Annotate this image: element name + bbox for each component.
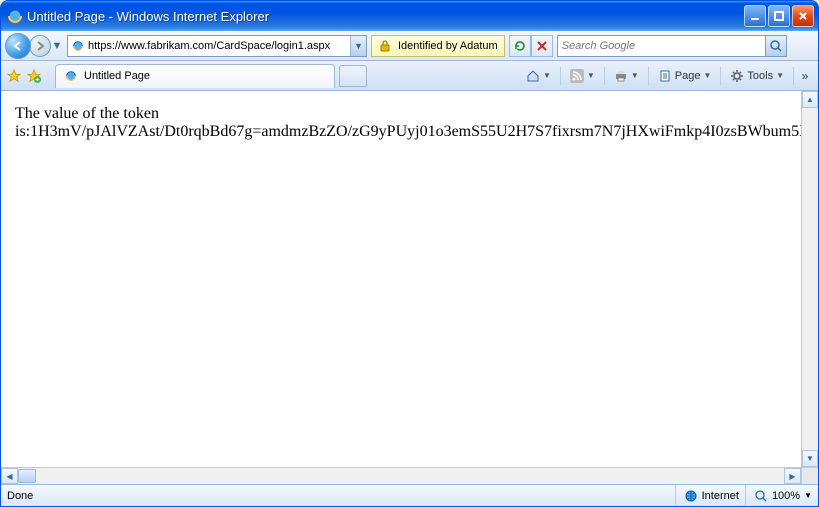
zone-label: Internet xyxy=(702,490,739,502)
separator xyxy=(720,67,721,85)
lock-icon xyxy=(378,39,392,53)
scroll-down-arrow-icon[interactable]: ▼ xyxy=(802,450,818,467)
tab-active[interactable]: Untitled Page xyxy=(55,64,335,88)
home-button[interactable]: ▼ xyxy=(521,65,556,87)
horizontal-scrollbar[interactable]: ◀ ▶ xyxy=(1,467,801,484)
zoom-level: 100% xyxy=(772,490,800,502)
page-body: The value of the token is:1H3mV/pJAlVZAs… xyxy=(1,91,818,484)
zoom-control[interactable]: 100% ▼ xyxy=(745,485,812,506)
window-buttons xyxy=(744,5,814,27)
zoom-icon xyxy=(754,489,768,503)
feeds-button[interactable]: ▼ xyxy=(565,65,600,87)
page-icon xyxy=(658,69,672,83)
scroll-track[interactable] xyxy=(18,468,784,484)
internet-zone-icon xyxy=(684,489,698,503)
separator xyxy=(560,67,561,85)
address-dropdown[interactable]: ▼ xyxy=(350,36,366,56)
tab-toolbar: Untitled Page ▼ ▼ ▼ Page▼ Tools▼ xyxy=(1,61,818,91)
address-url: https://www.fabrikam.com/CardSpace/login… xyxy=(88,40,350,52)
browser-window: Untitled Page - Windows Internet Explore… xyxy=(0,0,819,507)
command-bar: ▼ ▼ ▼ Page▼ Tools▼ » xyxy=(521,65,812,87)
refresh-icon xyxy=(513,39,527,53)
zoom-dropdown[interactable]: ▼ xyxy=(804,491,812,500)
nav-buttons: ▼ xyxy=(5,33,63,59)
scroll-left-arrow-icon[interactable]: ◀ xyxy=(1,468,18,484)
favorites-buttons xyxy=(7,69,41,83)
add-favorites-icon[interactable] xyxy=(27,69,41,83)
stop-icon xyxy=(535,39,549,53)
separator xyxy=(793,67,794,85)
maximize-button[interactable] xyxy=(768,5,790,27)
status-text: Done xyxy=(7,490,33,502)
separator xyxy=(604,67,605,85)
status-bar: Done Internet 100% ▼ xyxy=(1,484,818,506)
nav-toolbar: ▼ https://www.fabrikam.com/CardSpace/log… xyxy=(1,31,818,61)
minimize-button[interactable] xyxy=(744,5,766,27)
rss-icon xyxy=(570,69,584,83)
page-menu-button[interactable]: Page▼ xyxy=(653,65,717,87)
content-area: The value of the token is:1H3mV/pJAlVZAs… xyxy=(1,91,818,484)
scroll-corner xyxy=(801,467,818,484)
identity-box[interactable]: Identified by Adatum xyxy=(371,35,505,57)
token-line-2: is:1H3mV/pJAlVZAst/Dt0rqbBd67g=amdmzBzZO… xyxy=(15,123,818,141)
home-icon xyxy=(526,69,540,83)
page-icon xyxy=(71,39,85,53)
window-title: Untitled Page - Windows Internet Explore… xyxy=(27,9,744,24)
close-button[interactable] xyxy=(792,5,814,27)
printer-icon xyxy=(614,69,628,83)
search-box xyxy=(557,35,787,57)
favorites-star-icon[interactable] xyxy=(7,69,21,83)
scroll-right-arrow-icon[interactable]: ▶ xyxy=(784,468,801,484)
back-button[interactable] xyxy=(5,33,31,59)
titlebar: Untitled Page - Windows Internet Explore… xyxy=(1,1,818,31)
refresh-button[interactable] xyxy=(509,35,531,57)
ie-logo-icon xyxy=(7,8,23,24)
vertical-scrollbar[interactable]: ▲ ▼ xyxy=(801,91,818,467)
new-tab-button[interactable] xyxy=(339,65,367,87)
tab-title: Untitled Page xyxy=(84,70,150,82)
tools-menu-label: Tools xyxy=(747,70,773,82)
scroll-track[interactable] xyxy=(802,108,818,450)
address-bar[interactable]: https://www.fabrikam.com/CardSpace/login… xyxy=(67,35,367,57)
search-input[interactable] xyxy=(557,35,765,57)
page-menu-label: Page xyxy=(675,70,701,82)
scroll-up-arrow-icon[interactable]: ▲ xyxy=(802,91,818,108)
identity-label: Identified by Adatum xyxy=(398,40,498,52)
print-button[interactable]: ▼ xyxy=(609,65,644,87)
forward-button[interactable] xyxy=(29,35,51,57)
stop-button[interactable] xyxy=(531,35,553,57)
magnifier-icon xyxy=(769,39,783,53)
tab-favicon-icon xyxy=(64,69,78,83)
gear-icon xyxy=(730,69,744,83)
scroll-thumb[interactable] xyxy=(18,469,36,483)
arrow-left-icon xyxy=(11,39,25,53)
separator xyxy=(648,67,649,85)
refresh-stop-group xyxy=(509,35,553,57)
arrow-right-icon xyxy=(34,40,46,52)
security-zone[interactable]: Internet xyxy=(675,485,739,506)
search-go-button[interactable] xyxy=(765,35,787,57)
token-line-1: The value of the token xyxy=(15,105,818,123)
tools-menu-button[interactable]: Tools▼ xyxy=(725,65,789,87)
toolbar-overflow-button[interactable]: » xyxy=(798,69,812,83)
nav-history-dropdown[interactable]: ▼ xyxy=(51,40,63,52)
